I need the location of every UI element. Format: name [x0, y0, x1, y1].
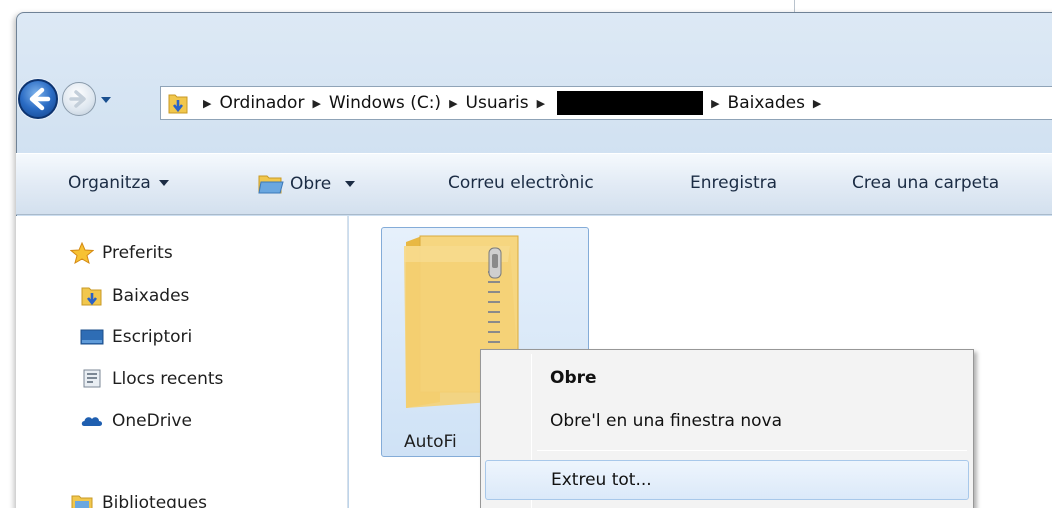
breadcrumb-separator-icon[interactable]: ▶	[813, 97, 821, 110]
nav-item-label: OneDrive	[112, 411, 192, 431]
burn-label: Enregistra	[690, 173, 778, 193]
nav-item-label: Escriptori	[112, 327, 193, 347]
menu-separator	[537, 450, 967, 451]
breadcrumb-separator-icon[interactable]: ▶	[312, 97, 320, 110]
nav-item-label: Baixades	[112, 286, 190, 306]
menu-item-extract-all[interactable]: Extreu tot...	[485, 460, 969, 500]
open-folder-icon	[258, 175, 284, 194]
nav-item-onedrive[interactable]: OneDrive	[80, 410, 192, 432]
breadcrumb-separator-icon[interactable]: ▶	[537, 97, 545, 110]
back-arrow-icon	[29, 87, 51, 111]
command-toolbar: Organitza Obre Correu electrònic Enregis…	[16, 153, 1052, 215]
forward-arrow-icon	[69, 90, 86, 108]
nav-favorites-label: Preferits	[102, 243, 173, 263]
menu-item-open[interactable]: Obre	[485, 358, 969, 398]
chevron-down-icon	[345, 181, 356, 187]
context-menu: Obre Obre'l en una finestra nova Extreu …	[480, 349, 974, 508]
chevron-down-icon	[158, 180, 169, 186]
menu-item-open-label: Obre	[550, 368, 597, 388]
burn-button[interactable]: Enregistra	[690, 173, 777, 193]
nav-item-desktop[interactable]: Escriptori	[80, 326, 192, 348]
menu-item-extract-all-label: Extreu tot...	[551, 470, 652, 490]
downloads-folder-icon	[168, 94, 188, 114]
forward-button[interactable]	[62, 82, 96, 116]
navigation-pane	[16, 216, 348, 508]
nav-item-label: Llocs recents	[112, 369, 224, 389]
nav-libraries[interactable]: Biblioteques	[70, 492, 207, 508]
nav-item-downloads[interactable]: Baixades	[80, 285, 189, 307]
onedrive-icon	[81, 417, 103, 426]
new-folder-button[interactable]: Crea una carpeta	[852, 173, 999, 193]
email-label: Correu electrònic	[448, 173, 594, 193]
recent-places-icon	[83, 369, 101, 388]
open-label: Obre	[290, 174, 332, 194]
breadcrumb-computer[interactable]: Ordinador	[219, 93, 304, 113]
star-icon	[70, 242, 94, 264]
menu-item-open-new-window[interactable]: Obre'l en una finestra nova	[485, 401, 969, 441]
back-button[interactable]	[18, 79, 58, 119]
address-bar[interactable]: ▶ Ordinador ▶ Windows (C:) ▶ Usuaris ▶ ▶…	[160, 86, 1052, 120]
email-button[interactable]: Correu electrònic	[448, 173, 594, 193]
breadcrumb-downloads[interactable]: Baixades	[728, 93, 805, 113]
desktop-icon	[80, 329, 104, 345]
downloads-folder-icon	[81, 287, 102, 306]
breadcrumb-separator-icon[interactable]: ▶	[203, 97, 211, 110]
redacted-username	[557, 91, 704, 115]
nav-libraries-label: Biblioteques	[102, 493, 208, 508]
organize-label: Organitza	[68, 173, 151, 193]
libraries-icon	[71, 495, 93, 508]
new-folder-label: Crea una carpeta	[852, 173, 1000, 193]
recent-pages-dropdown-icon[interactable]	[100, 96, 112, 104]
breadcrumb-drive-c[interactable]: Windows (C:)	[329, 93, 441, 113]
menu-item-open-new-window-label: Obre'l en una finestra nova	[550, 411, 782, 431]
breadcrumb-separator-icon[interactable]: ▶	[711, 97, 719, 110]
breadcrumb-separator-icon[interactable]: ▶	[449, 97, 457, 110]
organize-button[interactable]: Organitza	[68, 173, 169, 193]
file-name: AutoFi	[404, 432, 457, 452]
nav-item-recent-places[interactable]: Llocs recents	[80, 368, 223, 390]
open-button[interactable]: Obre	[258, 173, 356, 195]
nav-favorites[interactable]: Preferits	[70, 242, 173, 264]
breadcrumb-users[interactable]: Usuaris	[466, 93, 529, 113]
